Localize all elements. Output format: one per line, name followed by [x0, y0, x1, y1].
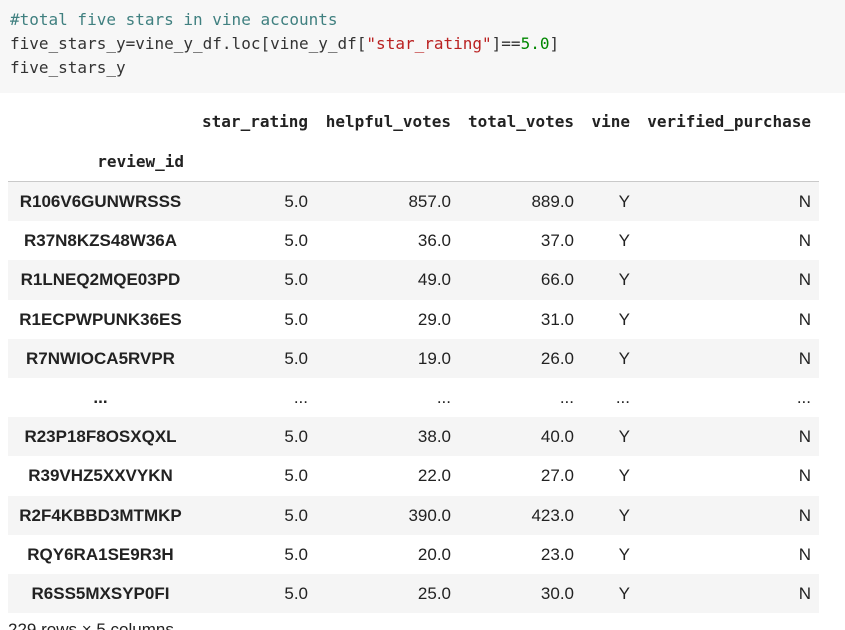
table-row: R2F4KBBD3MTMKP 5.0 390.0 423.0 Y N [8, 495, 819, 535]
cell-verified-purchase: ... [796, 387, 811, 407]
code-filter-part2: ]== [491, 34, 521, 53]
table-row: R1LNEQ2MQE03PD 5.0 49.0 66.0 Y N [8, 260, 819, 300]
cell-total-votes: 26.0 [540, 348, 574, 368]
table-body: R106V6GUNWRSSS 5.0 857.0 889.0 Y N R37N8KZS48W… [8, 182, 819, 614]
table-row: R39VHZ5XXVYKN 5.0 22.0 27.0 Y N [8, 456, 819, 495]
column-header-total-votes: total_votes [468, 112, 574, 131]
row-index-cell: R37N8KZS48W36A [23, 231, 178, 251]
column-header-row: star_rating helpful_votes total_votes vi… [8, 102, 819, 142]
cell-verified-purchase: N [798, 309, 811, 329]
cell-star-rating: 5.0 [284, 192, 308, 211]
code-comment: #total five stars in vine accounts [10, 10, 338, 29]
row-index-cell: ... [93, 387, 108, 407]
cell-total-votes: 31.0 [540, 309, 574, 329]
table-row: R6SS5MXSYP0FI 5.0 25.0 30.0 Y N [8, 573, 819, 614]
cell-helpful-votes: ... [436, 387, 451, 407]
code-output-line: five_stars_y [10, 58, 126, 77]
cell-verified-purchase: N [798, 427, 811, 447]
row-index-cell: R2F4KBBD3MTMKP [19, 505, 182, 525]
index-name: review_id [97, 152, 184, 171]
code-filter-part3: ] [549, 34, 560, 53]
cell-star-rating: 5.0 [284, 505, 308, 525]
cell-verified-purchase: N [798, 231, 811, 251]
row-index-cell: R23P18F8OSXQXL [24, 427, 177, 447]
cell-helpful-votes: 20.0 [417, 544, 451, 564]
row-index-cell: R39VHZ5XXVYKN [28, 466, 173, 486]
cell-total-votes: 423.0 [531, 505, 574, 525]
code-filter-line: five_stars_y=vine_y_df.loc[vine_y_df["st… [10, 32, 559, 56]
cell-vine: ... [615, 387, 630, 407]
cell-verified-purchase: N [798, 348, 811, 368]
cell-star-rating: ... [293, 387, 308, 407]
cell-total-votes: 23.0 [540, 544, 574, 564]
cell-helpful-votes: 22.0 [417, 466, 451, 486]
column-header-helpful-votes: helpful_votes [325, 112, 451, 131]
table-row: R23P18F8OSXQXL 5.0 38.0 40.0 Y N [8, 417, 819, 457]
column-header-verified-purchase: verified_purchase [647, 112, 811, 131]
table-row: R106V6GUNWRSSS 5.0 857.0 889.0 Y N [8, 182, 819, 222]
cell-total-votes: 66.0 [540, 270, 574, 290]
column-header-vine: vine [591, 112, 630, 131]
code-comment-line: #total five stars in vine accounts [10, 8, 338, 32]
cell-helpful-votes: 857.0 [408, 192, 451, 211]
dataframe-summary: 229 rows × 5 columns [8, 620, 174, 630]
cell-vine: Y [618, 583, 630, 603]
cell-star-rating: 5.0 [284, 583, 308, 603]
cell-total-votes: 30.0 [540, 583, 574, 603]
cell-helpful-votes: 19.0 [417, 348, 451, 368]
code-filter-string: "star_rating" [366, 34, 492, 53]
cell-helpful-votes: 25.0 [417, 583, 451, 603]
dataframe-output: star_rating helpful_votes total_votes vi… [8, 102, 819, 614]
cell-star-rating: 5.0 [284, 231, 308, 251]
cell-helpful-votes: 36.0 [417, 231, 451, 251]
row-index-cell: R6SS5MXSYP0FI [31, 583, 170, 603]
cell-helpful-votes: 29.0 [417, 309, 451, 329]
cell-total-votes: ... [559, 387, 574, 407]
cell-vine: Y [618, 192, 630, 211]
cell-total-votes: 37.0 [540, 231, 574, 251]
table-row: .................. [8, 378, 819, 417]
cell-verified-purchase: N [798, 270, 811, 290]
cell-vine: Y [618, 231, 630, 251]
table-row: RQY6RA1SE9R3H 5.0 20.0 23.0 Y N [8, 535, 819, 574]
cell-star-rating: 5.0 [284, 309, 308, 329]
cell-verified-purchase: N [798, 505, 811, 525]
cell-vine: Y [618, 427, 630, 447]
cell-helpful-votes: 390.0 [408, 505, 451, 525]
code-filter-part1: five_stars_y=vine_y_df.loc[vine_y_df[ [10, 34, 367, 53]
cell-verified-purchase: N [798, 466, 811, 486]
cell-total-votes: 889.0 [531, 192, 574, 211]
cell-vine: Y [618, 505, 630, 525]
row-index-cell: R1ECPWPUNK36ES [19, 309, 182, 329]
cell-total-votes: 27.0 [540, 466, 574, 486]
cell-vine: Y [618, 309, 630, 329]
cell-helpful-votes: 38.0 [417, 427, 451, 447]
cell-total-votes: 40.0 [540, 427, 574, 447]
row-index-cell: R1LNEQ2MQE03PD [20, 270, 181, 290]
cell-helpful-votes: 49.0 [417, 270, 451, 290]
row-index-cell: R106V6GUNWRSSS [19, 192, 182, 211]
code-input-cell[interactable]: #total five stars in vine accounts five_… [0, 0, 845, 93]
index-name-row: review_id [8, 142, 819, 182]
cell-vine: Y [618, 348, 630, 368]
cell-verified-purchase: N [798, 544, 811, 564]
cell-verified-purchase: N [798, 192, 811, 211]
table-row: R7NWIOCA5RVPR 5.0 19.0 26.0 Y N [8, 338, 819, 378]
cell-star-rating: 5.0 [284, 427, 308, 447]
row-index-cell: R7NWIOCA5RVPR [26, 348, 175, 368]
table-row: R1ECPWPUNK36ES 5.0 29.0 31.0 Y N [8, 300, 819, 339]
cell-star-rating: 5.0 [284, 348, 308, 368]
cell-star-rating: 5.0 [284, 270, 308, 290]
cell-star-rating: 5.0 [284, 544, 308, 564]
cell-vine: Y [618, 270, 630, 290]
cell-vine: Y [618, 544, 630, 564]
notebook-page: #total five stars in vine accounts five_… [0, 0, 845, 630]
column-header-star-rating: star_rating [202, 112, 308, 131]
cell-star-rating: 5.0 [284, 466, 308, 486]
code-filter-number: 5.0 [520, 34, 550, 53]
table-row: R37N8KZS48W36A 5.0 36.0 37.0 Y N [8, 221, 819, 260]
cell-verified-purchase: N [798, 583, 811, 603]
cell-vine: Y [618, 466, 630, 486]
row-index-cell: RQY6RA1SE9R3H [27, 544, 174, 564]
